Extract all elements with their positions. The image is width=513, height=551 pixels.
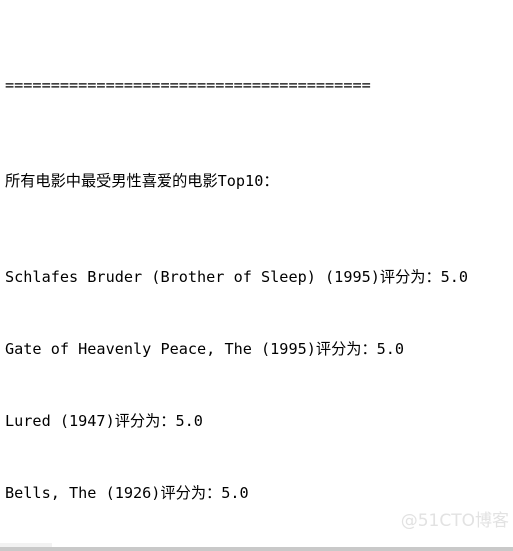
scrollbar-thumb[interactable] — [0, 543, 52, 547]
movie-entry: Lured (1947)评分为：5.0 — [5, 412, 203, 430]
movie-entry: Gate of Heavenly Peace, The (1995)评分为：5.… — [5, 340, 405, 358]
console-output-panel: ========================================… — [0, 0, 513, 551]
separator-line-top: ======================================== — [5, 76, 371, 94]
movie-entry: Schlafes Bruder (Brother of Sleep) (1995… — [5, 268, 469, 286]
console-text-area[interactable]: ========================================… — [5, 1, 513, 547]
section-header-male: 所有电影中最受男性喜爱的电影Top10： — [5, 172, 279, 190]
movie-entry: Bells, The (1926)评分为：5.0 — [5, 484, 249, 502]
